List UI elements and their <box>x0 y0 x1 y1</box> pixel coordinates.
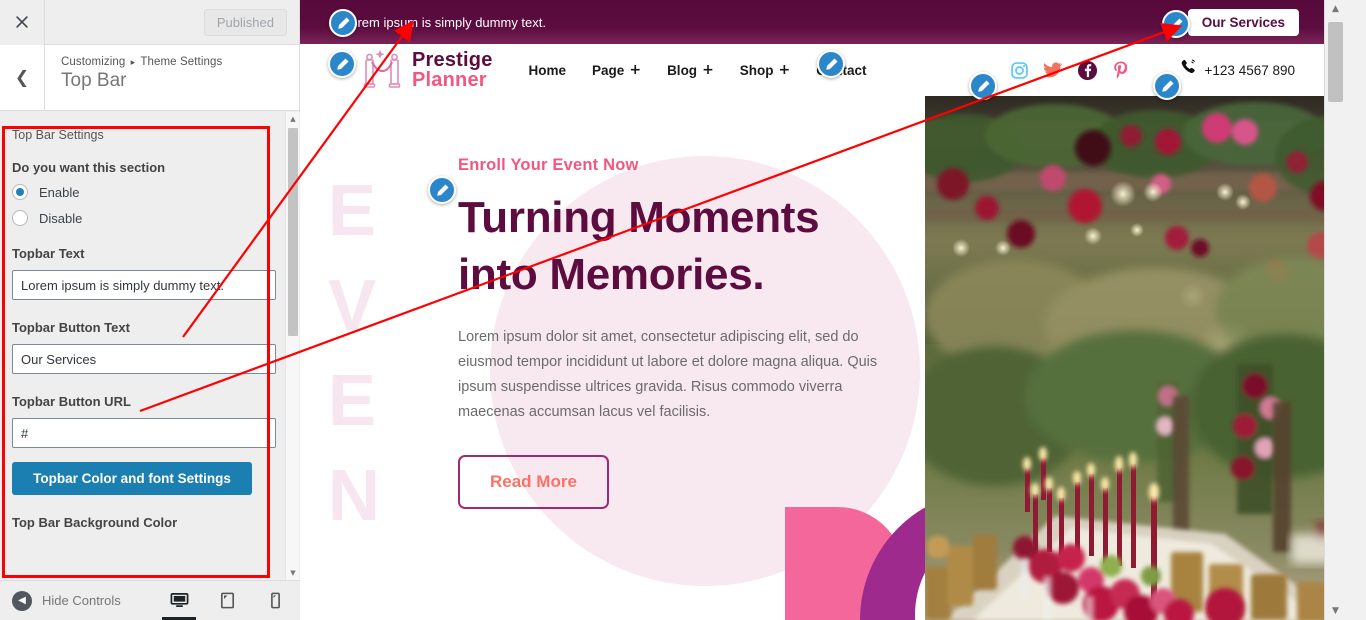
topbar-text-group: Topbar Text <box>12 246 276 300</box>
logo-line-2: Planner <box>412 69 487 91</box>
publish-area: Published <box>45 8 299 36</box>
radio-disable-label: Disable <box>39 210 83 226</box>
nav-item-blog[interactable]: Blog + <box>667 62 714 78</box>
preview-scroll-down-icon[interactable]: ▼ <box>1325 602 1345 620</box>
edit-pencil-topbar-button[interactable] <box>1162 10 1190 38</box>
hero-title: Turning Moments into Memories. <box>458 189 820 303</box>
page-title: Top Bar <box>61 70 127 91</box>
topbar-cta-button[interactable]: Our Services <box>1187 9 1299 36</box>
phone-ringing-icon <box>1179 58 1198 82</box>
topbar-button-url-label: Topbar Button URL <box>12 394 131 409</box>
preview-scrollbar[interactable]: ▲ ▼ <box>1324 0 1345 620</box>
twitter-icon[interactable] <box>1043 60 1064 81</box>
topbar-message: Lorem ipsum is simply dummy text. <box>343 14 546 30</box>
topbar-button-url-input[interactable] <box>12 418 276 448</box>
nav-item-blog-label: Blog <box>667 62 698 78</box>
edit-pencil-phone[interactable] <box>1153 72 1181 100</box>
hero-content: Enroll Your Event Now Turning Moments in… <box>300 96 877 510</box>
radio-option-enable[interactable]: Enable <box>12 184 276 200</box>
hero-title-line-2: into Memories. <box>458 250 765 300</box>
desktop-icon[interactable] <box>162 586 196 620</box>
collapse-arrow-icon: ◀ <box>12 590 32 611</box>
hero-eyebrow: Enroll Your Event Now <box>458 156 639 174</box>
scroll-up-arrow-icon[interactable]: ▲ <box>286 112 300 126</box>
plus-icon: + <box>702 62 714 78</box>
preview-scroll-thumb[interactable] <box>1328 22 1343 102</box>
settings-scroll-area: Top Bar Settings Do you want this sectio… <box>0 112 300 580</box>
phone-contact[interactable]: +123 4567 890 <box>1179 58 1295 82</box>
hero-read-more-button[interactable]: Read More <box>458 455 609 510</box>
edit-pencil-social[interactable] <box>969 72 997 100</box>
hero-title-line-1: Turning Moments <box>458 193 820 242</box>
velvet-rope-stanchion-icon <box>360 48 406 92</box>
topbar-text-label: Topbar Text <box>12 246 85 261</box>
publish-button[interactable]: Published <box>203 8 287 36</box>
nav-item-shop-label: Shop <box>739 62 774 78</box>
topbar-button-text-label: Topbar Button Text <box>12 320 130 335</box>
enable-section-label: Do you want this section <box>12 160 166 175</box>
section-name: Top Bar Settings <box>12 128 104 142</box>
radio-disable-input[interactable] <box>12 210 28 226</box>
edit-pencil-topbar-text[interactable] <box>329 9 357 37</box>
breadcrumb-root[interactable]: Customizing <box>61 56 125 68</box>
radio-enable-label: Enable <box>39 184 80 200</box>
topbar-background-color-label: Top Bar Background Color <box>12 515 178 530</box>
customizer-footer: ◀ Hide Controls <box>0 580 300 620</box>
nav-item-home[interactable]: Home <box>529 63 567 78</box>
panel-titles: Customizing ▸ Theme Settings Top Bar <box>45 45 222 110</box>
header-right-cluster: +123 4567 890 <box>1009 58 1295 82</box>
hero-photo <box>925 96 1345 620</box>
breadcrumb: Customizing ▸ Theme Settings <box>61 56 222 68</box>
customizer-header: Published <box>0 0 299 45</box>
logo-line-1: Prestige <box>412 49 493 71</box>
nav-item-page-label: Page <box>592 62 625 78</box>
topbar-button-url-group: Topbar Button URL <box>12 394 276 448</box>
nav-item-home-label: Home <box>528 62 567 78</box>
edit-pencil-logo[interactable] <box>328 50 356 78</box>
site-logo[interactable]: Prestige Planner <box>360 48 493 92</box>
hide-controls-button[interactable]: ◀ Hide Controls <box>0 590 168 611</box>
facebook-icon[interactable] <box>1077 60 1098 81</box>
sidebar-scrollbar[interactable]: ▲ ▼ <box>285 112 299 580</box>
customizer-sidebar: Published ❮ Customizing ▸ Theme Settings… <box>0 0 300 620</box>
nav-item-page[interactable]: Page + <box>592 62 641 78</box>
device-preview-switcher <box>162 586 286 620</box>
edit-pencil-hero-eyebrow[interactable] <box>428 176 456 204</box>
preview-scroll-up-icon[interactable]: ▲ <box>1325 0 1345 18</box>
breadcrumb-separator-icon: ▸ <box>130 57 136 67</box>
topbar-text-input[interactable] <box>12 270 276 300</box>
topbar-button-text-group: Topbar Button Text <box>12 320 276 374</box>
mobile-icon[interactable] <box>264 586 286 616</box>
logo-wordmark: Prestige Planner <box>412 50 493 90</box>
panel-header: ❮ Customizing ▸ Theme Settings Top Bar <box>0 45 299 111</box>
close-icon[interactable] <box>0 0 45 45</box>
chevron-left-icon[interactable]: ❮ <box>0 45 45 110</box>
radio-enable-input[interactable] <box>12 184 28 200</box>
hide-controls-label: Hide Controls <box>42 593 121 608</box>
breadcrumb-parent[interactable]: Theme Settings <box>140 56 222 68</box>
edit-pencil-menu[interactable] <box>817 50 845 78</box>
topbar-button-text-input[interactable] <box>12 344 276 374</box>
instagram-icon[interactable] <box>1009 60 1030 81</box>
sidebar-scroll-thumb[interactable] <box>288 128 298 336</box>
topbar-color-font-settings-button[interactable]: Topbar Color and font Settings <box>12 462 252 495</box>
scroll-down-arrow-icon[interactable]: ▼ <box>286 566 300 580</box>
radio-option-disable[interactable]: Disable <box>12 210 276 226</box>
tablet-icon[interactable] <box>216 586 238 616</box>
nav-item-shop[interactable]: Shop + <box>740 62 790 78</box>
phone-number: +123 4567 890 <box>1204 62 1295 78</box>
pinterest-icon[interactable] <box>1111 60 1132 81</box>
primary-navigation: Home Page + Blog + Shop + Contact <box>529 62 867 78</box>
hero-description: Lorem ipsum dolor sit amet, consectetur … <box>458 329 878 421</box>
plus-icon: + <box>778 62 791 78</box>
hero-section: E V E N Enroll Your Event Now Turning Mo… <box>300 96 1345 620</box>
site-preview-frame: Lorem ipsum is simply dummy text. Our Se… <box>300 0 1345 620</box>
plus-icon: + <box>629 62 642 78</box>
